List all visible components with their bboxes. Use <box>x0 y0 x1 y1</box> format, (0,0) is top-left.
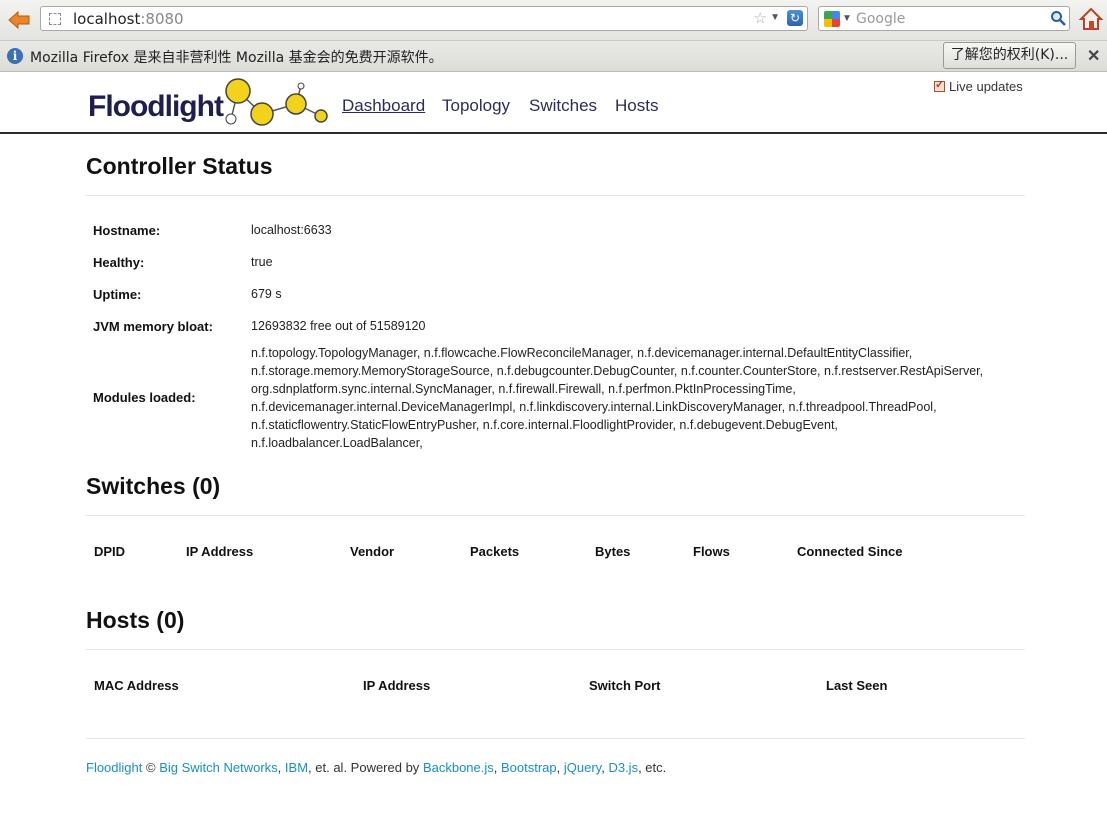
healthy-value: true <box>251 255 273 269</box>
reload-icon[interactable]: ↻ <box>787 10 803 26</box>
jvm-memory-label: JVM memory bloat: <box>93 319 213 334</box>
google-engine-icon[interactable] <box>824 11 840 27</box>
footer-link-floodlight[interactable]: Floodlight <box>86 760 142 775</box>
live-updates-toggle[interactable]: Live updates <box>934 78 1023 94</box>
modules-line: org.sdnplatform.sync.internal.SyncManage… <box>251 382 796 396</box>
hosts-col-last-seen[interactable]: Last Seen <box>826 678 887 693</box>
floodlight-logo[interactable]: Floodlight <box>88 74 333 130</box>
browser-toolbar: localhost:8080 ☆ ▼ ↻ ▼ Google <box>0 0 1107 41</box>
footer: Floodlight © Big Switch Networks, IBM, e… <box>86 760 666 775</box>
footer-text: , <box>493 760 501 775</box>
notification-bar: i Mozilla Firefox 是来自非营利性 Mozilla 基金会的免费… <box>0 41 1107 72</box>
switches-col-connected-since[interactable]: Connected Since <box>797 544 902 559</box>
hosts-col-ip[interactable]: IP Address <box>363 678 430 693</box>
uptime-label: Uptime: <box>93 287 142 302</box>
hostname-label: Hostname: <box>93 223 161 238</box>
divider <box>86 515 1025 516</box>
switches-col-flows[interactable]: Flows <box>693 544 730 559</box>
footer-link-backbone[interactable]: Backbone.js <box>423 760 494 775</box>
controller-status-title: Controller Status <box>86 153 273 179</box>
switches-col-dpid[interactable]: DPID <box>94 544 125 559</box>
live-updates-label: Live updates <box>949 79 1023 94</box>
switches-col-vendor[interactable]: Vendor <box>350 544 394 559</box>
modules-line: n.f.staticflowentry.StaticFlowEntryPushe… <box>251 418 838 432</box>
footer-text: , <box>277 760 285 775</box>
footer-text: , et. al. Powered by <box>308 760 423 775</box>
divider <box>86 649 1025 650</box>
home-icon[interactable] <box>1078 6 1104 32</box>
switches-title: Switches (0) <box>86 473 221 499</box>
footer-link-jquery[interactable]: jQuery <box>564 760 601 775</box>
footer-link-ibm[interactable]: IBM <box>285 760 308 775</box>
healthy-label: Healthy: <box>93 255 145 270</box>
footer-text: , etc. <box>638 760 667 775</box>
modules-line: n.f.loadbalancer.LoadBalancer, <box>251 436 423 450</box>
hosts-col-switch-port[interactable]: Switch Port <box>589 678 661 693</box>
footer-text: , <box>556 760 564 775</box>
nav-topology[interactable]: Topology <box>442 96 510 116</box>
footer-link-bootstrap[interactable]: Bootstrap <box>501 760 557 775</box>
history-dropdown-icon[interactable]: ▼ <box>770 12 780 23</box>
jvm-memory-value: 12693832 free out of 51589120 <box>251 319 426 333</box>
url-bar[interactable]: localhost:8080 ☆ ▼ ↻ <box>40 6 808 31</box>
switches-col-bytes[interactable]: Bytes <box>595 544 630 559</box>
modules-line: n.f.devicemanager.internal.DeviceManager… <box>251 400 937 414</box>
nav-dashboard[interactable]: Dashboard <box>342 96 425 116</box>
info-icon: i <box>7 48 23 64</box>
know-your-rights-button[interactable]: 了解您的权利(K)... <box>943 42 1076 69</box>
search-input[interactable]: Google <box>856 11 905 27</box>
notification-text: Mozilla Firefox 是来自非营利性 Mozilla 基金会的免费开源… <box>30 50 443 66</box>
magnifier-icon[interactable] <box>1050 10 1066 26</box>
hosts-title: Hosts (0) <box>86 607 185 633</box>
modules-label: Modules loaded: <box>93 390 196 405</box>
modules-line: n.f.storage.memory.MemoryStorageSource, … <box>251 364 984 378</box>
close-icon[interactable]: ✕ <box>1087 46 1100 66</box>
footer-link-d3[interactable]: D3.js <box>608 760 638 775</box>
site-identity-icon[interactable] <box>49 13 61 25</box>
app-navbar: Floodlight Dashboard Topology Switches H… <box>0 72 1107 134</box>
hostname-value: localhost:6633 <box>251 223 332 237</box>
bookmark-star-icon[interactable]: ☆ <box>754 9 767 27</box>
url-text[interactable]: localhost:8080 <box>73 10 184 28</box>
footer-text: © <box>142 760 160 775</box>
logo-graph-icon <box>225 78 328 126</box>
back-button[interactable] <box>5 7 33 33</box>
divider <box>86 195 1025 196</box>
search-bar[interactable]: ▼ Google <box>818 6 1070 31</box>
modules-line: n.f.topology.TopologyManager, n.f.flowca… <box>251 346 913 360</box>
footer-link-bsn[interactable]: Big Switch Networks <box>159 760 277 775</box>
uptime-value: 679 s <box>251 287 282 301</box>
engine-dropdown-icon[interactable]: ▼ <box>842 13 852 24</box>
nav-hosts[interactable]: Hosts <box>615 96 658 116</box>
nav-switches[interactable]: Switches <box>529 96 597 116</box>
back-arrow-icon <box>8 10 30 30</box>
switches-col-packets[interactable]: Packets <box>470 544 519 559</box>
modules-list: n.f.topology.TopologyManager, n.f.flowca… <box>251 344 1031 452</box>
switches-col-ip[interactable]: IP Address <box>186 544 253 559</box>
logo-text: Floodlight <box>88 90 224 123</box>
live-updates-checkbox[interactable] <box>934 78 945 92</box>
hosts-col-mac[interactable]: MAC Address <box>94 678 179 693</box>
divider <box>86 738 1025 739</box>
